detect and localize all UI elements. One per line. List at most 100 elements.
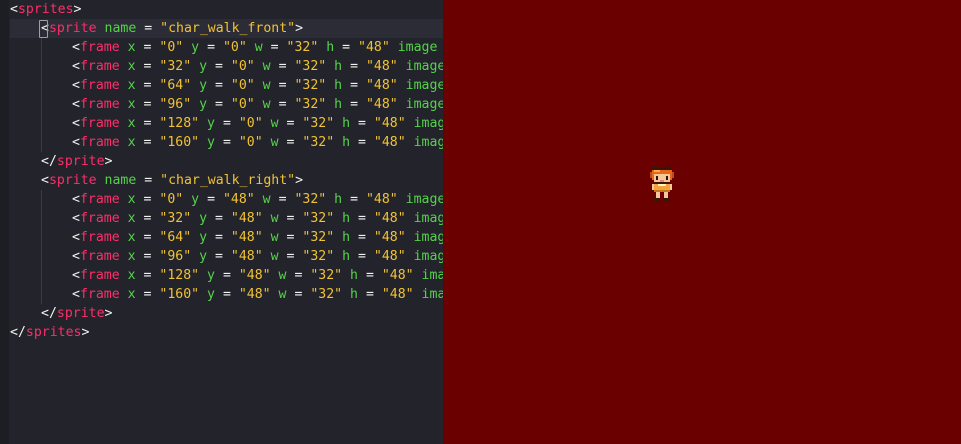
code-token-attr: h — [342, 135, 351, 150]
code-token-str: "128" — [159, 268, 200, 283]
code-token-pun: = — [342, 59, 366, 74]
code-token-pun: = — [135, 211, 160, 226]
code-token-attr: y — [191, 192, 200, 207]
code-line[interactable]: <sprites> — [10, 0, 443, 19]
code-line[interactable]: <frame x = "0" y = "48" w = "32" h = "48… — [10, 190, 443, 209]
code-token-pun: > — [295, 173, 304, 188]
code-line[interactable]: <frame x = "160" y = "48" w = "32" h = "… — [10, 285, 443, 304]
code-token-str: "32" — [159, 211, 192, 226]
code-token-pun: = — [342, 78, 366, 93]
code-token-pun: = — [199, 192, 223, 207]
code-token-tag: sprite — [48, 173, 97, 188]
code-line[interactable]: <frame x = "0" y = "0" w = "32" h = "48"… — [10, 38, 443, 57]
code-line[interactable]: <frame x = "32" y = "48" w = "32" h = "4… — [10, 209, 443, 228]
code-token-pun — [406, 249, 414, 264]
code-token-str: "96" — [159, 97, 192, 112]
code-line[interactable]: </sprite> — [10, 304, 443, 323]
code-token-attr: x — [127, 116, 136, 131]
code-token-attr: image — [413, 249, 443, 264]
code-line[interactable]: </sprite> — [10, 152, 443, 171]
code-token-str: "48" — [381, 287, 414, 302]
code-token-attr: h — [334, 97, 343, 112]
code-token-pun: = — [135, 116, 160, 131]
code-token-attr: y — [191, 40, 200, 55]
code-token-pun — [120, 211, 128, 226]
code-token-pun: = — [270, 97, 295, 112]
game-preview[interactable] — [443, 0, 961, 444]
code-token-pun — [414, 287, 422, 302]
code-token-str: "32" — [159, 59, 192, 74]
code-token-str: "48" — [222, 192, 255, 207]
code-token-pun: = — [135, 268, 160, 283]
code-editor[interactable]: </sprites> </sprite> <frame x = "160" y = … — [0, 0, 443, 444]
code-token-attr: w — [270, 116, 279, 131]
code-token-pun — [191, 249, 199, 264]
code-token-pun: < — [72, 116, 80, 131]
code-token-attr: x — [127, 192, 136, 207]
code-token-pun — [199, 135, 207, 150]
code-token-pun — [120, 192, 128, 207]
code-token-str: "32" — [294, 97, 327, 112]
code-line[interactable]: </sprites> — [10, 323, 443, 342]
code-token-pun: = — [334, 40, 359, 55]
code-line[interactable]: <frame x = "32" y = "0" w = "32" h = "48… — [10, 57, 443, 76]
code-token-attr: x — [127, 97, 136, 112]
code-line[interactable]: <frame x = "160" y = "0" w = "32" h = "4… — [10, 133, 443, 152]
code-token-str: "32" — [294, 78, 327, 93]
code-line[interactable]: <sprite name = "char_walk_front"> — [10, 19, 443, 38]
code-token-attr: image — [405, 78, 443, 93]
code-token-pun — [334, 211, 342, 226]
code-token-pun — [255, 59, 263, 74]
code-token-attr: x — [127, 135, 136, 150]
code-token-tag: frame — [79, 40, 120, 55]
code-token-pun — [191, 78, 199, 93]
code-token-str: "48" — [230, 211, 263, 226]
code-token-pun — [326, 59, 334, 74]
code-token-str: "char_walk_right" — [160, 173, 296, 188]
code-token-str: "48" — [230, 249, 263, 264]
code-token-pun: = — [135, 40, 160, 55]
code-token-attr: image — [413, 211, 443, 226]
code-token-str: "64" — [159, 78, 192, 93]
code-token-pun — [183, 40, 191, 55]
character-sprite-icon — [650, 166, 674, 202]
code-token-pun: < — [72, 268, 80, 283]
code-token-attr: h — [334, 78, 343, 93]
code-line[interactable]: <frame x = "128" y = "48" w = "32" h = "… — [10, 266, 443, 285]
code-token-pun — [326, 192, 334, 207]
code-token-str: "32" — [310, 268, 343, 283]
code-token-attr: w — [270, 249, 279, 264]
code-token-attr: x — [127, 59, 136, 74]
code-line[interactable]: <sprite name = "char_walk_right"> — [10, 171, 443, 190]
code-token-str: "48" — [373, 249, 406, 264]
xml-code[interactable]: </sprites> </sprite> <frame x = "160" y = … — [10, 0, 443, 340]
code-line[interactable]: <frame x = "96" y = "48" w = "32" h = "4… — [10, 247, 443, 266]
code-token-pun: = — [215, 116, 239, 131]
code-token-str: "32" — [294, 192, 327, 207]
code-token-pun — [398, 97, 406, 112]
code-token-pun — [263, 230, 271, 245]
code-token-pun: = — [286, 287, 311, 302]
code-token-attr: y — [207, 268, 215, 283]
code-token-pun: > — [104, 154, 113, 169]
code-token-str: "0" — [230, 97, 255, 112]
code-token-attr: imag — [421, 287, 443, 302]
code-token-pun: < — [72, 287, 80, 302]
code-token-pun — [271, 268, 279, 283]
code-token-str: "32" — [294, 59, 327, 74]
code-token-pun — [199, 287, 207, 302]
code-token-pun — [255, 97, 263, 112]
code-token-pun: < — [72, 59, 80, 74]
code-token-pun: = — [135, 97, 160, 112]
code-token-pun: = — [135, 287, 160, 302]
code-token-pun: > — [295, 21, 304, 36]
code-line[interactable]: <frame x = "64" y = "0" w = "32" h = "48… — [10, 76, 443, 95]
code-token-pun: = — [262, 40, 287, 55]
code-token-attr: x — [127, 230, 136, 245]
code-token-pun: = — [207, 78, 231, 93]
code-line[interactable]: <frame x = "96" y = "0" w = "32" h = "48… — [10, 95, 443, 114]
code-token-attr: h — [326, 40, 335, 55]
code-line[interactable]: <frame x = "64" y = "48" w = "32" h = "4… — [10, 228, 443, 247]
code-token-pun: < — [72, 97, 80, 112]
code-line[interactable]: <frame x = "128" y = "0" w = "32" h = "4… — [10, 114, 443, 133]
